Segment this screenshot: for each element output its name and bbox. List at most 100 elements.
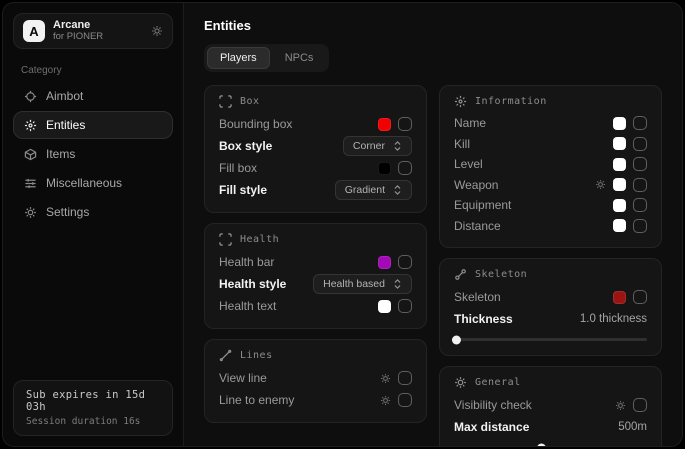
setting-label: Equipment (454, 198, 511, 212)
view-line-gear-icon[interactable] (380, 373, 391, 384)
general-card: General Visibility check Max distance (439, 366, 662, 447)
sidebar-item-items[interactable]: Items (13, 140, 173, 168)
color-swatch[interactable] (613, 219, 626, 232)
skeleton-card: Skeleton Skeleton Thickness 1.0 thicknes… (439, 258, 662, 356)
setting-label: Thickness (454, 312, 513, 326)
sidebar-item-miscellaneous[interactable]: Miscellaneous (13, 169, 173, 197)
settings-gear-icon[interactable] (151, 25, 163, 37)
tab-npcs[interactable]: NPCs (272, 47, 327, 69)
setting-label: Line to enemy (219, 393, 294, 407)
setting-label: Bounding box (219, 117, 292, 131)
setting-row: Max distance 500m (454, 416, 647, 438)
color-swatch[interactable] (378, 162, 391, 175)
sidebar-item-settings[interactable]: Settings (13, 198, 173, 226)
setting-label: Fill style (219, 183, 267, 197)
cube-icon (24, 148, 37, 161)
setting-row: Fill style Gradient (219, 179, 412, 201)
fill-box-checkbox[interactable] (398, 161, 412, 175)
sparkle-icon (454, 95, 467, 108)
setting-label: Weapon (454, 178, 498, 192)
color-swatch[interactable] (378, 118, 391, 131)
line-to-enemy-gear-icon[interactable] (380, 395, 391, 406)
setting-row: Thickness 1.0 thickness (454, 308, 647, 330)
setting-label: Distance (454, 219, 501, 233)
line-to-enemy-checkbox[interactable] (398, 393, 412, 407)
name-checkbox[interactable] (633, 116, 647, 130)
fill-style-dropdown[interactable]: Gradient (335, 180, 412, 200)
health-bar-checkbox[interactable] (398, 255, 412, 269)
color-swatch[interactable] (613, 199, 626, 212)
weapon-checkbox[interactable] (633, 178, 647, 192)
left-column: Box Bounding box Box style Corner (204, 85, 427, 447)
app-window: A Arcane for PIONER Category Aimbot (2, 2, 683, 447)
setting-row: Distance (454, 216, 647, 237)
color-swatch[interactable] (613, 137, 626, 150)
equipment-checkbox[interactable] (633, 198, 647, 212)
section-title: Skeleton (475, 269, 527, 280)
setting-row: Line to enemy (219, 389, 412, 411)
color-swatch[interactable] (378, 300, 391, 313)
setting-label: Skeleton (454, 290, 501, 304)
slider-thumb[interactable] (537, 443, 546, 447)
setting-row: Skeleton (454, 286, 647, 308)
setting-label: Health text (219, 299, 276, 313)
chevrons-up-down-icon (393, 278, 402, 290)
distance-checkbox[interactable] (633, 219, 647, 233)
crosshair-icon (24, 90, 37, 103)
scan-corners-icon (219, 233, 232, 246)
sidebar: A Arcane for PIONER Category Aimbot (3, 3, 184, 446)
max-distance-value: 500m (618, 421, 647, 433)
diagonal-line-icon (219, 349, 232, 362)
setting-label: Visibility check (454, 398, 532, 412)
setting-label: Kill (454, 137, 470, 151)
thickness-slider[interactable] (454, 338, 647, 341)
setting-row: Kill (454, 134, 647, 155)
setting-row: Equipment (454, 195, 647, 216)
sidebar-item-label: Entities (46, 118, 85, 132)
skeleton-checkbox[interactable] (633, 290, 647, 304)
health-text-checkbox[interactable] (398, 299, 412, 313)
color-swatch[interactable] (613, 178, 626, 191)
visibility-check-gear-icon[interactable] (615, 400, 626, 411)
sparkle-icon (24, 119, 37, 132)
color-swatch[interactable] (613, 291, 626, 304)
setting-row: Bounding box (219, 113, 412, 135)
brand-card: A Arcane for PIONER (13, 13, 173, 49)
max-distance-slider[interactable] (454, 446, 647, 447)
level-checkbox[interactable] (633, 157, 647, 171)
setting-row: Health text (219, 295, 412, 317)
color-swatch[interactable] (613, 158, 626, 171)
setting-label: Max distance (454, 420, 529, 434)
sidebar-item-entities[interactable]: Entities (13, 111, 173, 139)
information-card: Information Name Kill (439, 85, 662, 248)
section-title: General (475, 377, 521, 388)
visibility-check-checkbox[interactable] (633, 398, 647, 412)
bone-icon (454, 268, 467, 281)
setting-row: Box style Corner (219, 135, 412, 157)
main-content: Entities Players NPCs Box Bounding box (184, 3, 682, 446)
weapon-gear-icon[interactable] (595, 179, 606, 190)
bounding-box-checkbox[interactable] (398, 117, 412, 131)
health-card: Health Health bar Health style Health ba… (204, 223, 427, 329)
sidebar-item-aimbot[interactable]: Aimbot (13, 82, 173, 110)
chevrons-up-down-icon (393, 140, 402, 152)
section-title: Lines (240, 350, 273, 361)
setting-label: Box style (219, 139, 272, 153)
slider-thumb[interactable] (452, 335, 461, 344)
setting-row: Weapon (454, 175, 647, 196)
box-style-dropdown[interactable]: Corner (343, 136, 412, 156)
kill-checkbox[interactable] (633, 137, 647, 151)
color-swatch[interactable] (613, 117, 626, 130)
tab-players[interactable]: Players (207, 47, 270, 69)
setting-row: Visibility check (454, 394, 647, 416)
setting-label: Health bar (219, 255, 274, 269)
health-style-dropdown[interactable]: Health based (313, 274, 412, 294)
setting-row: Health bar (219, 251, 412, 273)
chevrons-up-down-icon (393, 184, 402, 196)
view-line-checkbox[interactable] (398, 371, 412, 385)
sidebar-item-label: Settings (46, 205, 89, 219)
setting-row: Fill box (219, 157, 412, 179)
thickness-value: 1.0 thickness (580, 313, 647, 325)
color-swatch[interactable] (378, 256, 391, 269)
setting-label: Health style (219, 277, 286, 291)
